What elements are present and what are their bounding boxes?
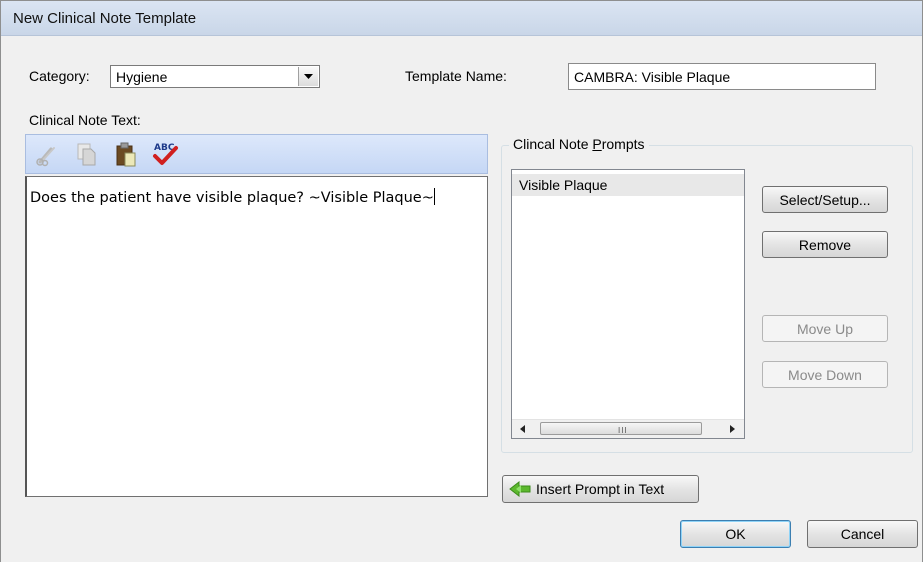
insert-prompt-button[interactable]: Insert Prompt in Text [502,475,699,503]
list-item[interactable]: Visible Plaque [512,174,744,196]
horizontal-scrollbar[interactable]: III [512,419,744,438]
paste-icon[interactable] [112,140,140,168]
move-up-button[interactable]: Move Up [762,315,888,342]
template-name-label: Template Name: [405,68,507,84]
category-value: Hygiene [116,69,168,85]
remove-button[interactable]: Remove [762,231,888,258]
template-name-value: CAMBRA: Visible Plaque [574,69,731,85]
template-name-input[interactable]: CAMBRA: Visible Plaque [568,63,876,90]
copy-icon[interactable] [73,140,101,168]
scroll-left-icon[interactable] [514,420,532,438]
insert-arrow-icon [509,481,531,497]
insert-prompt-label: Insert Prompt in Text [536,481,665,497]
scroll-grip: III [618,426,628,435]
clinical-note-content: Does the patient have visible plaque? ~V… [30,190,434,206]
category-dropdown[interactable]: Hygiene [110,65,320,88]
prompts-group-label: Clincal Note Prompts [509,136,649,152]
clinical-note-text-editor[interactable]: Does the patient have visible plaque? ~V… [25,176,488,497]
ok-button[interactable]: OK [680,520,791,548]
category-label: Category: [29,68,90,84]
scroll-thumb[interactable]: III [540,422,702,435]
cancel-button[interactable]: Cancel [807,520,918,548]
scroll-right-icon[interactable] [724,420,742,438]
cut-icon[interactable] [34,140,62,168]
editor-toolbar: ABC [25,134,488,174]
text-caret [433,188,435,205]
window-title: New Clinical Note Template [13,10,197,27]
spellcheck-icon[interactable]: ABC [151,140,179,168]
title-bar[interactable]: New Clinical Note Template [1,1,922,36]
prompt-item-label: Visible Plaque [519,177,608,193]
move-down-button[interactable]: Move Down [762,361,888,388]
clinical-note-template-dialog: New Clinical Note Template Category: Hyg… [0,0,923,562]
prompts-list[interactable]: Visible Plaque III [511,169,745,439]
dropdown-arrow-icon[interactable] [298,67,318,86]
clinical-note-text-label: Clinical Note Text: [29,112,141,128]
select-setup-button[interactable]: Select/Setup... [762,186,888,213]
